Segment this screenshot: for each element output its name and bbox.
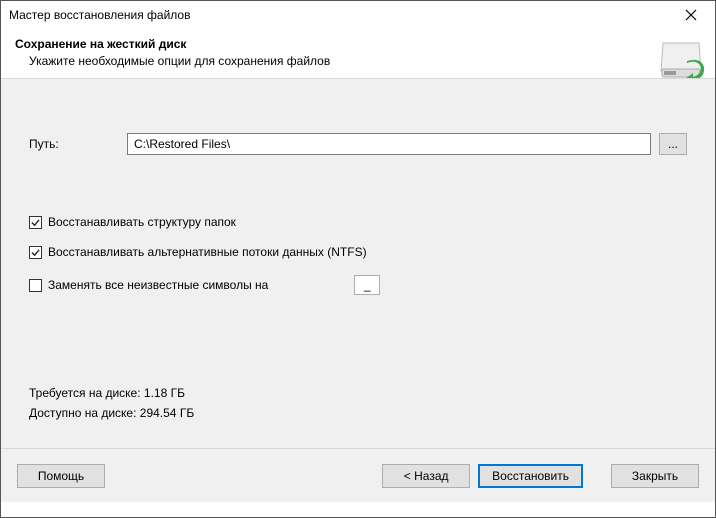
restore-structure-row: Восстанавливать структуру папок <box>29 215 687 229</box>
restore-structure-checkbox[interactable] <box>29 216 42 229</box>
path-label: Путь: <box>29 137 119 151</box>
restore-structure-label: Восстанавливать структуру папок <box>48 215 236 229</box>
browse-button[interactable]: ... <box>659 133 687 155</box>
window-title: Мастер восстановления файлов <box>9 8 190 22</box>
path-input[interactable] <box>127 133 651 155</box>
close-icon <box>685 9 697 21</box>
restore-ads-label: Восстанавливать альтернативные потоки да… <box>48 245 367 259</box>
wizard-header: Сохранение на жесткий диск Укажите необх… <box>1 29 715 78</box>
close-button[interactable] <box>671 2 711 28</box>
restore-ads-row: Восстанавливать альтернативные потоки да… <box>29 245 687 259</box>
restore-ads-checkbox[interactable] <box>29 246 42 259</box>
titlebar: Мастер восстановления файлов <box>1 1 715 29</box>
back-button[interactable]: < Назад <box>382 464 470 488</box>
replace-unknown-checkbox[interactable] <box>29 279 42 292</box>
help-button[interactable]: Помощь <box>17 464 105 488</box>
replace-char-input[interactable] <box>354 275 380 295</box>
disk-available: Доступно на диске: 294.54 ГБ <box>29 406 194 420</box>
hdd-save-icon <box>657 35 705 83</box>
disk-required: Требуется на диске: 1.18 ГБ <box>29 386 194 400</box>
header-title: Сохранение на жесткий диск <box>15 37 701 51</box>
options-group: Восстанавливать структуру папок Восстана… <box>29 215 687 295</box>
footer: Помощь < Назад Восстановить Закрыть <box>1 448 715 502</box>
disk-info: Требуется на диске: 1.18 ГБ Доступно на … <box>29 386 194 426</box>
replace-unknown-label: Заменять все неизвестные символы на <box>48 278 268 292</box>
content-area: Путь: ... Восстанавливать структуру папо… <box>1 78 715 448</box>
close-footer-button[interactable]: Закрыть <box>611 464 699 488</box>
header-subtitle: Укажите необходимые опции для сохранения… <box>15 54 701 68</box>
restore-button[interactable]: Восстановить <box>478 464 583 488</box>
path-row: Путь: ... <box>29 133 687 155</box>
replace-unknown-row: Заменять все неизвестные символы на <box>29 275 687 295</box>
